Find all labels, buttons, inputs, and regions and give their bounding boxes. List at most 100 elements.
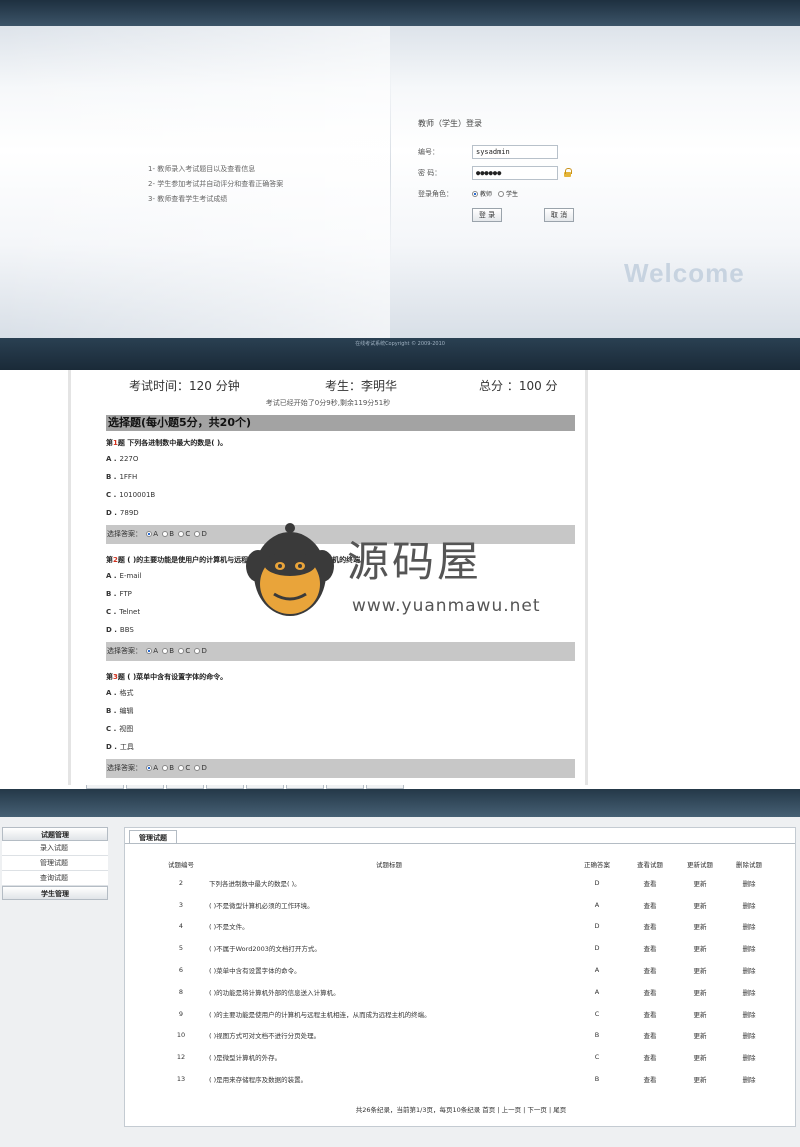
- view-link[interactable]: 查看: [625, 1068, 675, 1090]
- view-link[interactable]: 查看: [625, 1046, 675, 1068]
- answer-letter: A: [153, 530, 159, 538]
- option-key: C .: [106, 608, 117, 616]
- answer-bar: 选择答案： A B C D: [106, 642, 575, 661]
- view-link[interactable]: 查看: [625, 937, 675, 959]
- feature-item: 3- 教师查看学生考试成绩: [148, 195, 228, 203]
- login-footer: 在线考试系统Copyright © 2009-2010: [0, 338, 800, 370]
- sidebar-item-query[interactable]: 查询试题: [2, 871, 108, 886]
- option-text: 视图: [119, 725, 134, 733]
- question-title: 第3题 ( )菜单中含有设置字体的命令。: [106, 671, 575, 684]
- answer-radio-d[interactable]: [194, 648, 201, 654]
- view-link[interactable]: 查看: [625, 894, 675, 916]
- answer-radio-a[interactable]: [146, 765, 153, 771]
- cell-title: ( )不属于Word2003的文档打开方式。: [209, 945, 321, 954]
- answer-letter: A: [153, 647, 159, 655]
- cell-id: 2: [178, 878, 184, 887]
- delete-link[interactable]: 删除: [725, 894, 773, 916]
- table-row: 6 ( )菜单中含有设置字体的命令。 A 查看 更新 删除: [153, 959, 773, 981]
- option-key: B .: [106, 707, 117, 715]
- option-row: A . 227O: [106, 450, 575, 468]
- cell-title: ( )视图方式可对文档不进行分页处理。: [209, 1032, 321, 1041]
- question-title: 第1题 下列各进制数中最大的数是( )。: [106, 437, 575, 450]
- update-link[interactable]: 更新: [675, 1046, 725, 1068]
- update-link[interactable]: 更新: [675, 937, 725, 959]
- answer-radio-a[interactable]: [146, 648, 153, 654]
- view-link[interactable]: 查看: [625, 959, 675, 981]
- login-button[interactable]: 登 录: [472, 208, 502, 222]
- delete-link[interactable]: 删除: [725, 916, 773, 938]
- delete-link[interactable]: 删除: [725, 937, 773, 959]
- password-row: 密 码： ●●●●●●: [418, 162, 574, 183]
- role-label: 登录角色：: [418, 189, 453, 198]
- answer-letter: D: [201, 530, 207, 538]
- sidebar-item-add[interactable]: 录入试题: [2, 841, 108, 856]
- answer-radio-c[interactable]: [178, 531, 185, 537]
- watermark: 源码屋 www.yuanmawu.net: [244, 520, 564, 630]
- table-row: 3 ( )不是微型计算机必须的工作环境。 A 查看 更新 删除: [153, 894, 773, 916]
- update-link[interactable]: 更新: [675, 916, 725, 938]
- view-link[interactable]: 查看: [625, 1003, 675, 1025]
- answer-radio-d[interactable]: [194, 765, 201, 771]
- answer-radio-c[interactable]: [178, 765, 185, 771]
- monkey-logo-icon: [246, 523, 334, 616]
- delete-link[interactable]: 删除: [725, 1068, 773, 1090]
- answer-radio-b[interactable]: [162, 531, 169, 537]
- option-key: B .: [106, 473, 117, 481]
- option-text: 1FFH: [119, 473, 138, 481]
- update-link[interactable]: 更新: [675, 1003, 725, 1025]
- table-row: 9 ( )的主要功能是使用户的计算机与远程主机相连，从而成为远程主机的终端。 C 查看…: [153, 1003, 773, 1025]
- delete-link[interactable]: 删除: [725, 959, 773, 981]
- view-link[interactable]: 查看: [625, 981, 675, 1003]
- delete-link[interactable]: 删除: [725, 1025, 773, 1047]
- answer-radio-a[interactable]: [146, 531, 153, 537]
- update-link[interactable]: 更新: [675, 872, 725, 894]
- col-answer: 正确答案: [584, 861, 610, 869]
- questions-table: 试题编号 试题标题 正确答案 查看试题 更新试题 删除试题 2 下列各进制数中最大…: [153, 856, 773, 1090]
- view-link[interactable]: 查看: [625, 1025, 675, 1047]
- tab-manage-questions[interactable]: 管理试题: [129, 830, 177, 844]
- cancel-button[interactable]: 取 消: [544, 208, 574, 222]
- update-link[interactable]: 更新: [675, 959, 725, 981]
- role-teacher-radio[interactable]: [472, 190, 478, 197]
- sidebar: 试题管理 录入试题 管理试题 查询试题 学生管理: [2, 827, 108, 900]
- answer-radio-b[interactable]: [162, 648, 169, 654]
- view-link[interactable]: 查看: [625, 872, 675, 894]
- update-link[interactable]: 更新: [675, 1025, 725, 1047]
- update-link[interactable]: 更新: [675, 894, 725, 916]
- delete-link[interactable]: 删除: [725, 872, 773, 894]
- view-link[interactable]: 查看: [625, 916, 675, 938]
- answer-radio-c[interactable]: [178, 648, 185, 654]
- answer-radio-d[interactable]: [194, 531, 201, 537]
- sidebar-item-manage[interactable]: 管理试题: [2, 856, 108, 871]
- login-form: 教师（学生）登录 编号： sysadmin 密 码： ●●●●●● 登录角色： …: [418, 118, 574, 222]
- pager[interactable]: 共26条纪录，当前第1/3页，每页10条纪录 首页 | 上一页 | 下一页 | …: [125, 1104, 797, 1114]
- admin-body: 试题管理 录入试题 管理试题 查询试题 学生管理 管理试题 试题编号 试题标题 …: [0, 817, 800, 1147]
- role-teacher-label: 教师: [480, 191, 493, 198]
- delete-link[interactable]: 删除: [725, 981, 773, 1003]
- cell-id: 13: [176, 1075, 186, 1084]
- password-input[interactable]: ●●●●●●: [472, 165, 558, 180]
- exam-time: 考试时间：120 分钟: [129, 379, 240, 393]
- cell-id: 6: [178, 966, 184, 975]
- username-input[interactable]: sysadmin: [472, 144, 558, 159]
- delete-link[interactable]: 删除: [725, 1046, 773, 1068]
- update-link[interactable]: 更新: [675, 1068, 725, 1090]
- exam-timer: 考试已经开始了0分9秒,剩余119分51秒: [265, 399, 391, 407]
- update-link[interactable]: 更新: [675, 981, 725, 1003]
- option-text: 1010001B: [119, 491, 156, 499]
- feature-item: 1- 教师录入考试题目以及查看信息: [148, 165, 256, 173]
- role-student-radio[interactable]: [498, 190, 505, 197]
- table-row: 2 下列各进制数中最大的数是( )。 D 查看 更新 删除: [153, 872, 773, 894]
- delete-link[interactable]: 删除: [725, 1003, 773, 1025]
- cell-title: ( )是微型计算机的外存。: [209, 1054, 282, 1063]
- login-panel: 1- 教师录入考试题目以及查看信息 2- 学生参加考试并自动评分和查看正确答案 …: [0, 0, 800, 370]
- cell-title: ( )菜单中含有设置字体的命令。: [209, 967, 301, 976]
- option-row: A . 格式: [106, 684, 575, 702]
- sidebar-header-students[interactable]: 学生管理: [2, 886, 108, 900]
- option-row: C . 视图: [106, 720, 575, 738]
- answer-letter: B: [169, 764, 175, 772]
- feature-list: 1- 教师录入考试题目以及查看信息 2- 学生参加考试并自动评分和查看正确答案 …: [148, 162, 283, 207]
- answer-radio-b[interactable]: [162, 765, 169, 771]
- sidebar-header-questions[interactable]: 试题管理: [2, 827, 108, 841]
- manage-panel: 管理试题 试题编号 试题标题 正确答案 查看试题 更新试题 删除试题 2 下列各进…: [124, 827, 796, 1127]
